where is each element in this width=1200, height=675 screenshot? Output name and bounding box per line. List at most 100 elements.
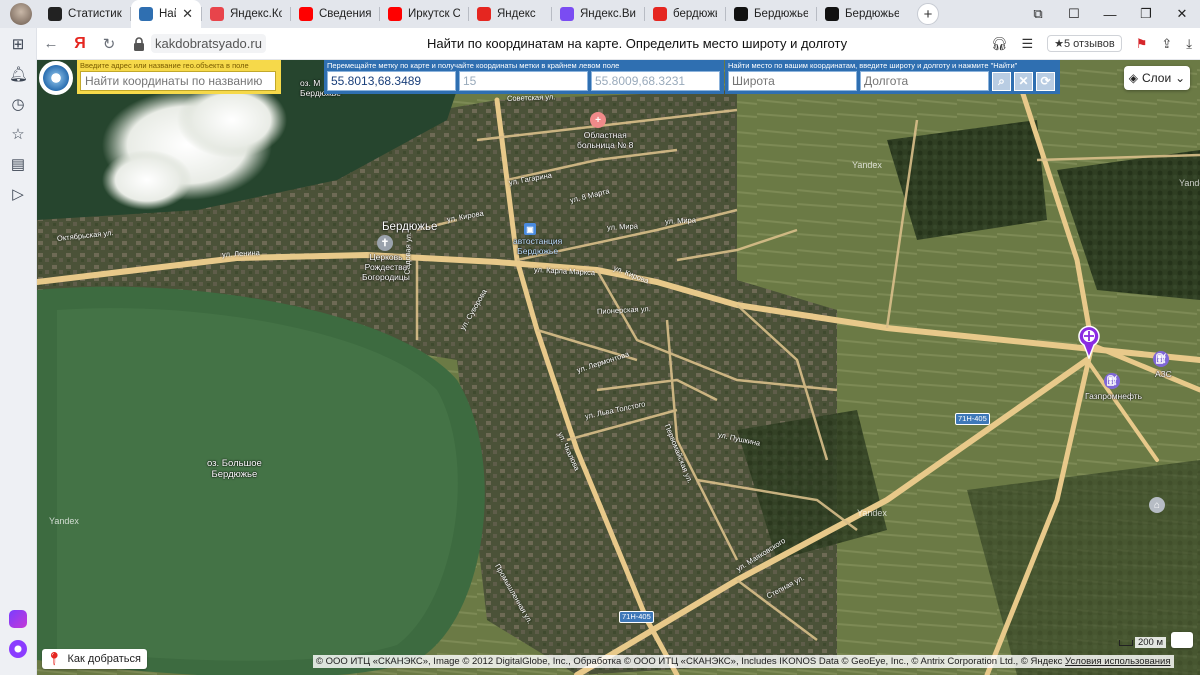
bus-station-label: автостанция Бердюжье <box>513 236 563 256</box>
tabs-menu-icon[interactable]: ⧉ <box>1020 6 1056 22</box>
url-domain[interactable]: kakdobratsyado.ru <box>151 34 266 53</box>
youtube-icon <box>299 7 313 21</box>
yandex-icon <box>653 7 667 21</box>
street-label-mira-2: ул. Мира <box>664 215 697 226</box>
search-by-name-input[interactable] <box>80 71 276 91</box>
yandex-watermark-3: Yandex <box>49 516 79 526</box>
back-arrow-icon[interactable]: ← <box>37 35 65 52</box>
marker-coords-panel: Перемещайте метку по карте и получайте к… <box>324 60 724 94</box>
hospital-label: Областная больница № 8 <box>577 130 634 150</box>
reviews-badge[interactable]: ★5 отзывов <box>1047 35 1122 52</box>
terms-link[interactable]: Условия использования <box>1065 656 1170 667</box>
search-caption: Введите адрес или название гео.объекта в… <box>80 61 249 70</box>
map-imagery[interactable] <box>37 60 1200 675</box>
lake-label: оз. Большое Бердюжье <box>207 458 262 480</box>
notifications-bell-icon[interactable]: 🔔︎ <box>9 66 28 84</box>
close-window-icon[interactable]: ✕ <box>1164 6 1200 22</box>
minimize-icon[interactable]: — <box>1092 7 1128 22</box>
tab-9[interactable]: Бердюжье ( <box>726 0 816 28</box>
yandex-logo-icon[interactable]: Я <box>65 35 95 53</box>
tab-10[interactable]: Бердюжье ( <box>817 0 907 28</box>
map-pin-icon: 📍︎ <box>46 651 63 666</box>
scale-label: 200 м <box>1134 637 1166 648</box>
youtube-icon <box>388 7 402 21</box>
reload-icon[interactable]: ↻ <box>95 35 123 53</box>
tab-label: Бердюжье ( <box>754 8 808 20</box>
bookmark-icon[interactable]: ☐ <box>1056 6 1092 22</box>
tab-5[interactable]: Иркутск Сми <box>380 0 468 28</box>
zoom-field[interactable]: 15 <box>459 71 588 91</box>
yandex-icon <box>477 7 491 21</box>
bookmark-flag-icon[interactable]: ⚑ <box>1136 36 1148 52</box>
satellite-map[interactable]: Бердюжье оз. Большое Бердюжье оз. М Берд… <box>37 60 1200 675</box>
alice-app-icon[interactable] <box>9 610 27 628</box>
find-caption: Найти место по вашим координатам, введит… <box>728 61 1018 70</box>
alice-assistant-icon[interactable] <box>9 640 27 658</box>
tab-3[interactable]: Яндекс.Колл <box>202 0 290 28</box>
reader-mode-icon[interactable]: ☰ <box>1021 36 1033 52</box>
scale-bar <box>1118 639 1133 646</box>
refresh-icon[interactable]: ⟳ <box>1036 71 1055 91</box>
apps-grid-icon[interactable]: ⊞ <box>9 36 27 54</box>
close-tab-icon[interactable]: ✕ <box>182 6 193 22</box>
tab-7[interactable]: Яндекс.Виде <box>552 0 644 28</box>
tab-label: Найти по <box>159 8 176 20</box>
place-of-worship-icon[interactable]: ⌂ <box>1149 497 1165 513</box>
bus-station-icon[interactable]: ▣ <box>524 223 536 235</box>
clear-x-icon[interactable]: ✕ <box>1014 71 1033 91</box>
tab-1[interactable]: Статистика <box>40 0 130 28</box>
tab-label: Сведения о <box>319 8 371 20</box>
layers-icon: ◈ <box>1128 71 1138 85</box>
latitude-input[interactable] <box>728 71 857 91</box>
tab-label: Статистика <box>68 8 122 20</box>
gazpromneft-icon[interactable]: ⛽︎ <box>1104 373 1120 389</box>
how-to-get-label: Как добраться <box>67 653 141 665</box>
tab-label: Бердюжье ( <box>845 8 899 20</box>
longitude-input[interactable] <box>860 71 989 91</box>
chevron-down-icon: ⌄ <box>1175 71 1186 85</box>
new-tab-button[interactable]: + <box>917 3 939 25</box>
map-scale: 200 м <box>1118 637 1166 648</box>
copyright-text: © ООО ИТЦ «СКАНЭКС», Image © 2012 Digita… <box>316 656 1063 667</box>
page-title: Найти по координатам на карте. Определит… <box>427 36 848 51</box>
placemark-pin-icon[interactable] <box>1077 325 1101 359</box>
collections-icon[interactable]: ▤ <box>9 156 27 174</box>
lock-icon <box>133 36 145 51</box>
hospital-icon[interactable]: + <box>590 112 606 128</box>
how-to-get-button[interactable]: 📍︎ Как добраться <box>42 649 147 669</box>
highway-shield-2: 71Н-405 <box>619 611 654 623</box>
center-coords-field[interactable]: 55.8009,68.3231 <box>591 71 720 91</box>
browser-sidebar: ⊞ 🔔︎ ◷ ☆ ▤ ▷ <box>0 28 37 675</box>
address-bar: ← Я ↻ kakdobratsyado.ru Найти по координ… <box>37 28 1200 60</box>
downloads-icon[interactable]: ⤓ <box>1186 36 1192 52</box>
window-controls: ⧉ ☐ — ❐ ✕ <box>1020 0 1200 28</box>
site-logo-icon[interactable] <box>39 61 73 95</box>
history-clock-icon[interactable]: ◷ <box>9 96 27 114</box>
marker-coords-field[interactable]: 55.8013,68.3489 <box>327 71 456 91</box>
headphones-icon[interactable]: 🎧︎ <box>991 36 1008 52</box>
tab-list: Статистика Найти по ✕ Яндекс.Колл Сведения о… <box>40 0 907 28</box>
plus-square-icon <box>48 7 62 21</box>
church-icon[interactable]: ✝ <box>377 235 393 251</box>
tab-6[interactable]: Яндекс <box>469 0 551 28</box>
ruler-icon[interactable] <box>1171 632 1193 648</box>
gas-station-icon[interactable]: ⛽︎ <box>1153 351 1169 367</box>
tab-4[interactable]: Сведения о <box>291 0 379 28</box>
yandex-watermark-2: Yandex <box>857 508 887 518</box>
find-by-coords-panel: Найти место по вашим координатам, введит… <box>725 60 1060 94</box>
layers-button[interactable]: ◈ Слои ⌄ <box>1124 66 1190 90</box>
find-search-icon[interactable]: ⌕ <box>992 71 1011 91</box>
restore-icon[interactable]: ❐ <box>1128 6 1164 22</box>
street-label-sadovaya: Садовая ул. <box>402 231 413 275</box>
tab-2[interactable]: Найти по ✕ <box>131 0 201 28</box>
yandex-watermark-4: Yandex <box>1179 178 1200 188</box>
media-play-icon[interactable]: ▷ <box>9 186 27 204</box>
share-icon[interactable]: ⇪ <box>1161 36 1172 52</box>
sun-logo-icon <box>139 7 153 21</box>
map-copyright: © ООО ИТЦ «СКАНЭКС», Image © 2012 Digita… <box>313 655 1174 668</box>
video-icon <box>560 7 574 21</box>
tab-8[interactable]: бердюжье т <box>645 0 725 28</box>
layers-label: Слои <box>1141 71 1172 85</box>
avatar[interactable] <box>10 3 32 25</box>
favorites-star-icon[interactable]: ☆ <box>9 126 27 144</box>
